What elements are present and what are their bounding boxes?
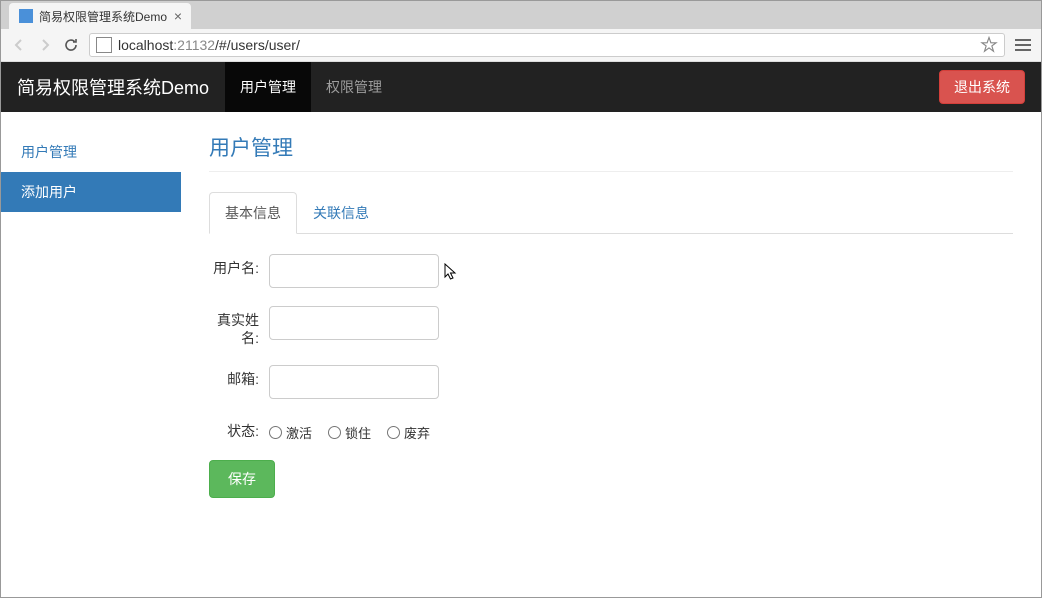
browser-chrome: 简易权限管理系统Demo × localhost:21132/#/users/ [1,1,1041,62]
realname-input[interactable] [269,306,439,340]
tab-title: 简易权限管理系统Demo [39,8,167,25]
url-text: localhost:21132/#/users/user/ [118,37,980,53]
status-label: 状态: [209,417,269,440]
tab-related-info[interactable]: 关联信息 [297,192,385,234]
reload-button[interactable] [61,35,81,55]
forward-button[interactable] [35,35,55,55]
back-button[interactable] [9,35,29,55]
tab-basic-info[interactable]: 基本信息 [209,192,297,234]
reload-icon [63,37,79,53]
hamburger-menu-icon[interactable] [1013,35,1033,55]
page-icon [96,37,112,53]
nav-item-users[interactable]: 用户管理 [225,62,311,112]
radio-option-locked[interactable]: 锁住 [328,423,371,442]
favicon-icon [19,9,33,23]
arrow-right-icon [37,37,53,53]
username-label: 用户名: [209,254,269,277]
address-input[interactable]: localhost:21132/#/users/user/ [89,33,1005,57]
close-icon[interactable]: × [171,9,185,23]
browser-tab-bar: 简易权限管理系统Demo × [1,1,1041,29]
navbar: 简易权限管理系统Demo 用户管理 权限管理 退出系统 [1,62,1041,112]
brand[interactable]: 简易权限管理系统Demo [17,74,209,100]
sidebar-item-add-user[interactable]: 添加用户 [1,172,181,212]
save-button[interactable]: 保存 [209,460,275,498]
email-label: 邮箱: [209,365,269,388]
email-input[interactable] [269,365,439,399]
radio-option-active[interactable]: 激活 [269,423,312,442]
username-input[interactable] [269,254,439,288]
nav-item-permissions[interactable]: 权限管理 [311,62,397,112]
logout-button[interactable]: 退出系统 [939,70,1025,104]
status-radio-group: 激活 锁住 废弃 [269,417,430,442]
sidebar: 用户管理 添加用户 [1,112,181,518]
arrow-left-icon [11,37,27,53]
radio-locked[interactable] [328,426,341,439]
bookmark-star-icon[interactable] [980,36,998,54]
main-content: 用户管理 基本信息 关联信息 用户名: 真实姓名: [181,112,1041,518]
tabs: 基本信息 关联信息 [209,192,1013,234]
address-bar: localhost:21132/#/users/user/ [1,29,1041,61]
realname-label: 真实姓名: [209,306,269,347]
radio-active[interactable] [269,426,282,439]
radio-abandoned[interactable] [387,426,400,439]
browser-tab[interactable]: 简易权限管理系统Demo × [9,3,191,29]
nav-items: 用户管理 权限管理 [225,62,939,112]
radio-option-abandoned[interactable]: 废弃 [387,423,430,442]
user-form: 用户名: 真实姓名: 邮箱: [209,254,1013,498]
page-title: 用户管理 [209,132,1013,172]
sidebar-item-user-mgmt[interactable]: 用户管理 [1,132,181,172]
